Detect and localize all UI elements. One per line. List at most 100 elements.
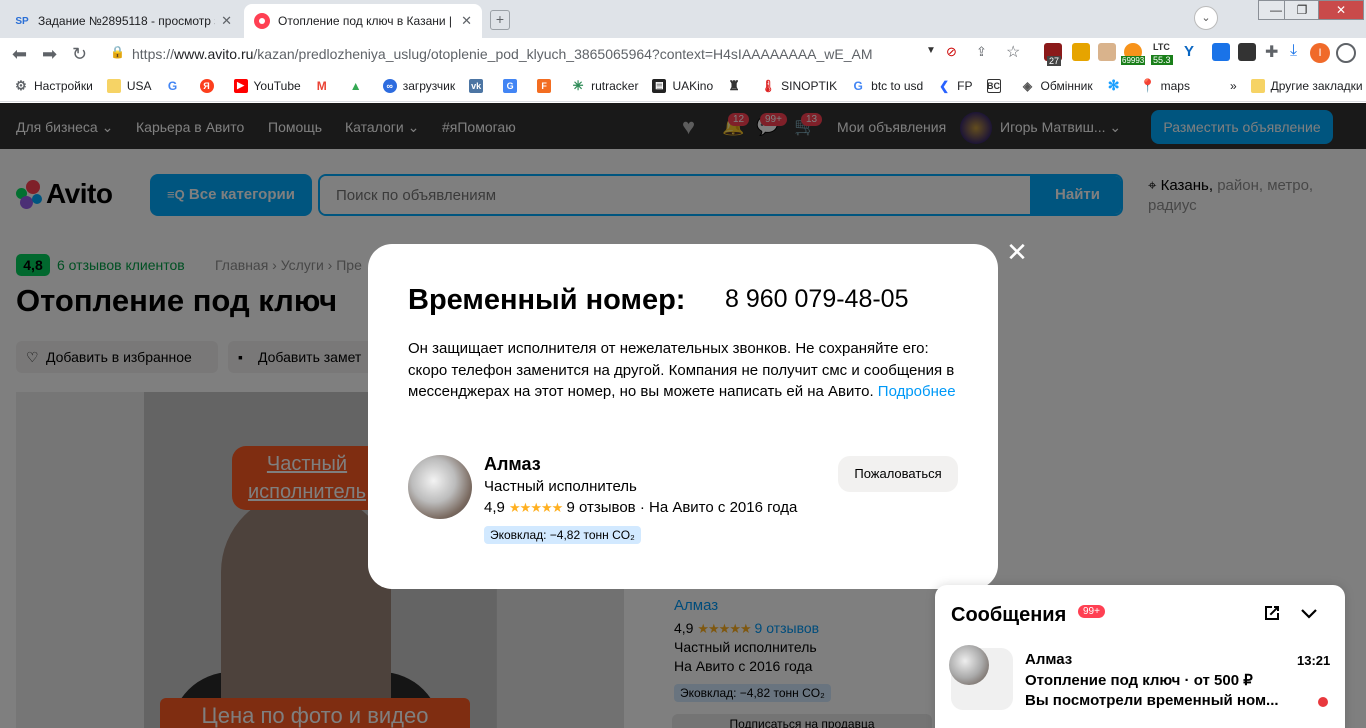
f-icon: F — [537, 78, 552, 93]
profile-avatar[interactable]: I — [1310, 43, 1330, 63]
bookmark-downloader[interactable]: ∞ загрузчик — [382, 78, 455, 93]
bookmark-rutracker[interactable]: ✳ rutracker — [571, 78, 639, 93]
tab-search-icon[interactable]: ⌄ — [1194, 6, 1218, 30]
chat-avatar[interactable] — [949, 645, 989, 685]
seller-type: Частный исполнитель — [484, 478, 637, 495]
avito-favicon-icon — [254, 13, 270, 29]
bookmark-vk[interactable]: vk — [469, 78, 489, 93]
chat-name[interactable]: Алмаз — [1025, 651, 1072, 668]
close-icon[interactable]: ✕ — [1004, 239, 1030, 266]
snowflake-icon: ✻ — [1107, 77, 1120, 93]
close-window-button[interactable]: ✕ — [1318, 0, 1364, 20]
extension-terminal-icon[interactable] — [1238, 43, 1256, 61]
seller-name[interactable]: Алмаз — [484, 454, 541, 475]
menu-circle-icon[interactable] — [1336, 43, 1356, 63]
eco-badge: Эковклад: −4,82 тонн CO₂ — [484, 526, 641, 544]
bookmarks-more[interactable]: » — [1230, 79, 1237, 93]
chat-preview[interactable]: Вы посмотрели временный ном... — [1025, 692, 1279, 709]
browser-tab-avito[interactable]: Отопление под ключ в Казани | У ✕ — [244, 4, 482, 38]
seller-avatar[interactable] — [408, 455, 472, 519]
bookmark-fp[interactable]: ❮ FP — [937, 79, 972, 93]
ltc-price-badge: 55.3 — [1151, 55, 1173, 65]
seller-reviews[interactable]: 9 отзывов — [566, 499, 635, 516]
temporary-number-modal: Временный номер: 8 960 079-48-05 Он защи… — [368, 244, 998, 589]
youtube-icon: ▶ — [233, 78, 248, 93]
bookmarks-bar: ⚙ Настройки USA G Я ▶ YouTube M ▲ ∞ загрузч… — [0, 70, 1366, 102]
extension-brave-icon[interactable] — [1072, 43, 1090, 61]
bookmark-translate[interactable]: G — [503, 78, 523, 93]
gear-icon: ⚙ — [15, 77, 27, 93]
bc-icon: BC — [986, 78, 1001, 93]
maps-pin-icon: 📍 — [1139, 77, 1156, 93]
temporary-phone-number: 8 960 079-48-05 — [725, 285, 909, 313]
bookmark-uakino[interactable]: ▤ UAKino — [652, 78, 713, 93]
downloads-icon[interactable]: ⤓ — [1290, 42, 1297, 60]
close-tab-icon[interactable]: ✕ — [221, 13, 232, 29]
bookmark-exchanger[interactable]: ◈ Обмінник — [1021, 79, 1093, 93]
folder-icon — [1250, 78, 1265, 93]
translate-icon: G — [503, 78, 518, 93]
tab-title: Задание №2895118 - просмотр з — [38, 14, 216, 28]
bookmark-btc[interactable]: Gbtc to usd — [851, 79, 923, 93]
google-icon: G — [167, 78, 178, 93]
url-path: /kazan/predlozheniya_uslug/otoplenie_pod… — [253, 46, 874, 62]
chat-subject: Отопление под ключ · от 500 ₽ — [1025, 672, 1253, 689]
new-tab-button[interactable]: + — [490, 10, 510, 30]
browser-tab-task[interactable]: SP Задание №2895118 - просмотр з ✕ — [4, 4, 242, 38]
complain-button[interactable]: Пожаловаться — [838, 456, 958, 492]
bookmark-maps[interactable]: 📍 maps — [1139, 77, 1190, 93]
bookmark-star[interactable]: ✻ — [1107, 77, 1127, 93]
vk-icon: vk — [469, 78, 484, 93]
bookmark-drive[interactable]: ▲ — [349, 79, 369, 93]
btc-price-badge: 69993 — [1121, 56, 1146, 65]
bookmark-youtube[interactable]: ▶ YouTube — [233, 78, 301, 93]
gmail-icon: M — [316, 78, 327, 93]
tab-title: Отопление под ключ в Казани | У — [278, 14, 456, 28]
bookmark-bc[interactable]: BC — [986, 78, 1007, 93]
url-domain: www.avito.ru — [174, 46, 254, 62]
messages-title: Сообщения — [951, 604, 1067, 626]
restore-button[interactable]: ❐ — [1284, 0, 1320, 20]
dropdown-icon[interactable]: ▼ — [926, 45, 936, 56]
sp-favicon-icon: SP — [15, 15, 29, 27]
extension-download-icon[interactable] — [1212, 43, 1230, 61]
chat-time: 13:21 — [1297, 653, 1331, 668]
lock-icon: 🔒 — [110, 45, 125, 59]
yandex-icon: Я — [199, 78, 214, 93]
chevron-down-icon[interactable] — [1297, 601, 1321, 625]
fp-icon: ❮ — [939, 78, 950, 93]
bookmark-google[interactable]: G — [166, 79, 186, 93]
extension-face-icon[interactable] — [1098, 43, 1116, 61]
close-tab-icon[interactable]: ✕ — [461, 13, 472, 29]
bookmark-gmail[interactable]: M — [315, 79, 335, 93]
rating-stars-icon: ★★★★★ — [509, 500, 563, 515]
extension-badge: 27 — [1047, 56, 1062, 66]
reload-icon[interactable]: ↻ — [72, 44, 87, 65]
extensions-puzzle-icon[interactable]: ✚ — [1265, 42, 1278, 62]
bookmark-usa[interactable]: USA — [106, 78, 152, 93]
bookmark-other[interactable]: Другие закладки — [1250, 78, 1363, 93]
unread-dot — [1318, 697, 1328, 707]
url-scheme: https:// — [132, 46, 175, 62]
bookmark-f[interactable]: F — [537, 78, 557, 93]
bookmark-star-icon[interactable]: ☆ — [1006, 42, 1020, 62]
learn-more-link[interactable]: Подробнее — [878, 383, 956, 400]
blocked-icon[interactable]: ⊘ — [946, 44, 957, 60]
bookmark-settings[interactable]: ⚙ Настройки — [14, 77, 93, 93]
drive-icon: ▲ — [349, 78, 362, 93]
uakino-icon: ▤ — [652, 78, 667, 93]
infinity-icon: ∞ — [382, 78, 397, 93]
ltc-label: LTC — [1153, 42, 1170, 52]
chess-icon: ♜ — [728, 77, 740, 93]
folder-icon — [106, 78, 121, 93]
forward-arrow-icon[interactable]: ➡ — [42, 44, 57, 65]
bookmark-yandex[interactable]: Я — [199, 78, 220, 93]
share-icon[interactable]: ⇪ — [976, 44, 987, 60]
back-arrow-icon[interactable]: ⬅ — [12, 44, 27, 65]
bookmark-chess[interactable]: ♜ — [727, 77, 747, 93]
modal-title: Временный номер: — [408, 284, 686, 316]
open-external-icon[interactable] — [1262, 603, 1282, 623]
address-bar[interactable]: 🔒 https://www.avito.ru/kazan/predlozheni… — [100, 41, 940, 67]
bookmark-sinoptik[interactable]: 🌡 SINOPTIK — [761, 79, 838, 93]
extension-v-icon[interactable]: Y — [1184, 43, 1194, 60]
